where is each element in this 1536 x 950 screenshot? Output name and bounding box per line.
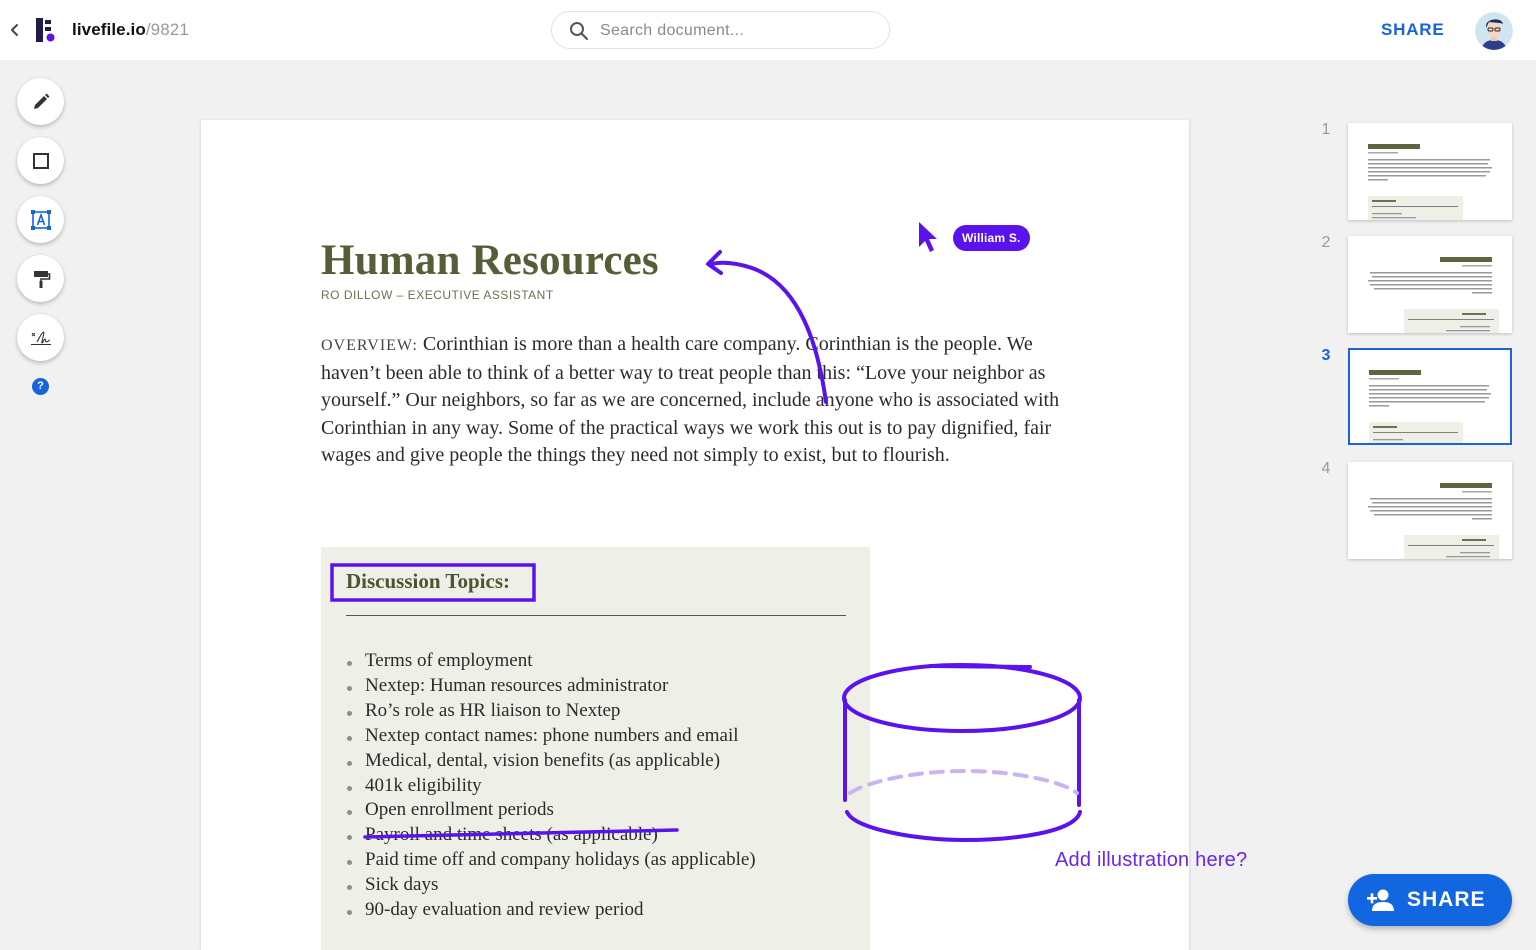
overview-label: OVERVIEW: (321, 337, 418, 354)
document-title: Human Resources (321, 237, 659, 284)
paint-roller-icon (33, 270, 50, 288)
collaborator-name-tag: William S. (953, 225, 1030, 251)
livefile-logo-icon[interactable] (36, 18, 56, 42)
page-number-3: 3 (1321, 347, 1331, 364)
page-thumbnail-1[interactable] (1348, 123, 1512, 220)
list-item: Terms of employment (346, 649, 756, 674)
pencil-icon (33, 93, 49, 109)
page-thumbnail-4[interactable] (1348, 462, 1512, 559)
back-chevron-icon[interactable] (6, 20, 24, 40)
user-avatar[interactable] (1475, 12, 1513, 50)
document-page: Human Resources RO DILLOW – EXECUTIVE AS… (201, 120, 1189, 950)
document-subtitle: RO DILLOW – EXECUTIVE ASSISTANT (321, 288, 554, 302)
share-link[interactable]: SHARE (1381, 19, 1445, 41)
page-thumbnail-3[interactable] (1348, 348, 1512, 445)
list-item: Ro’s role as HR liaison to Nextep (346, 699, 756, 724)
thumbnail-preview (1368, 257, 1499, 333)
text-box-tool-button[interactable] (17, 196, 64, 243)
search-icon (570, 22, 589, 41)
page-number-2: 2 (1321, 234, 1331, 251)
rectangle-icon (32, 152, 49, 169)
format-painter-tool-button[interactable] (17, 255, 64, 302)
share-button[interactable]: SHARE (1348, 874, 1512, 926)
add-person-icon (1367, 889, 1394, 911)
overview-paragraph: OVERVIEW: Corinthian is more than a heal… (321, 331, 1061, 470)
list-item-struck: Payroll and time sheets (as applicable) (346, 823, 756, 848)
list-item: Paid time off and company holidays (as a… (346, 848, 756, 873)
rectangle-tool-button[interactable] (17, 137, 64, 184)
document-id: /9821 (145, 20, 189, 39)
overview-text: Corinthian is more than a health care co… (321, 333, 1060, 466)
list-item: Medical, dental, vision benefits (as app… (346, 749, 756, 774)
text-box-icon (30, 209, 51, 230)
thumbnail-preview (1369, 370, 1491, 443)
topics-divider (346, 615, 846, 616)
top-bar: livefile.io/9821 SHARE (0, 0, 1536, 60)
document-breadcrumb[interactable]: livefile.io/9821 (72, 19, 189, 41)
annotation-note: Add illustration here? (1055, 849, 1248, 871)
help-button[interactable]: ? (32, 378, 49, 395)
pencil-tool-button[interactable] (17, 78, 64, 125)
avatar-illustration-icon (1475, 12, 1513, 50)
thumbnail-preview (1368, 483, 1499, 559)
signature-tool-button[interactable] (17, 314, 64, 361)
share-button-label: SHARE (1407, 888, 1486, 911)
discussion-topics-box: Discussion Topics: Terms of employment N… (321, 547, 870, 950)
list-item: 90-day evaluation and review period (346, 898, 756, 923)
list-item: Nextep: Human resources administrator (346, 674, 756, 699)
discussion-topics-heading: Discussion Topics: (346, 569, 510, 593)
topics-list: Terms of employment Nextep: Human resour… (346, 649, 756, 923)
brand-name: livefile.io (72, 20, 146, 39)
page-number-1: 1 (1321, 121, 1331, 138)
thumbnail-preview (1368, 144, 1492, 220)
signature-icon (30, 330, 51, 345)
page-number-4: 4 (1321, 460, 1331, 477)
list-item: 401k eligibility (346, 774, 756, 799)
list-item: Nextep contact names: phone numbers and … (346, 724, 756, 749)
search-input[interactable] (600, 20, 870, 42)
list-item: Open enrollment periods (346, 798, 756, 823)
search-box[interactable] (551, 11, 890, 49)
list-item: Sick days (346, 873, 756, 898)
page-thumbnail-2[interactable] (1348, 236, 1512, 333)
